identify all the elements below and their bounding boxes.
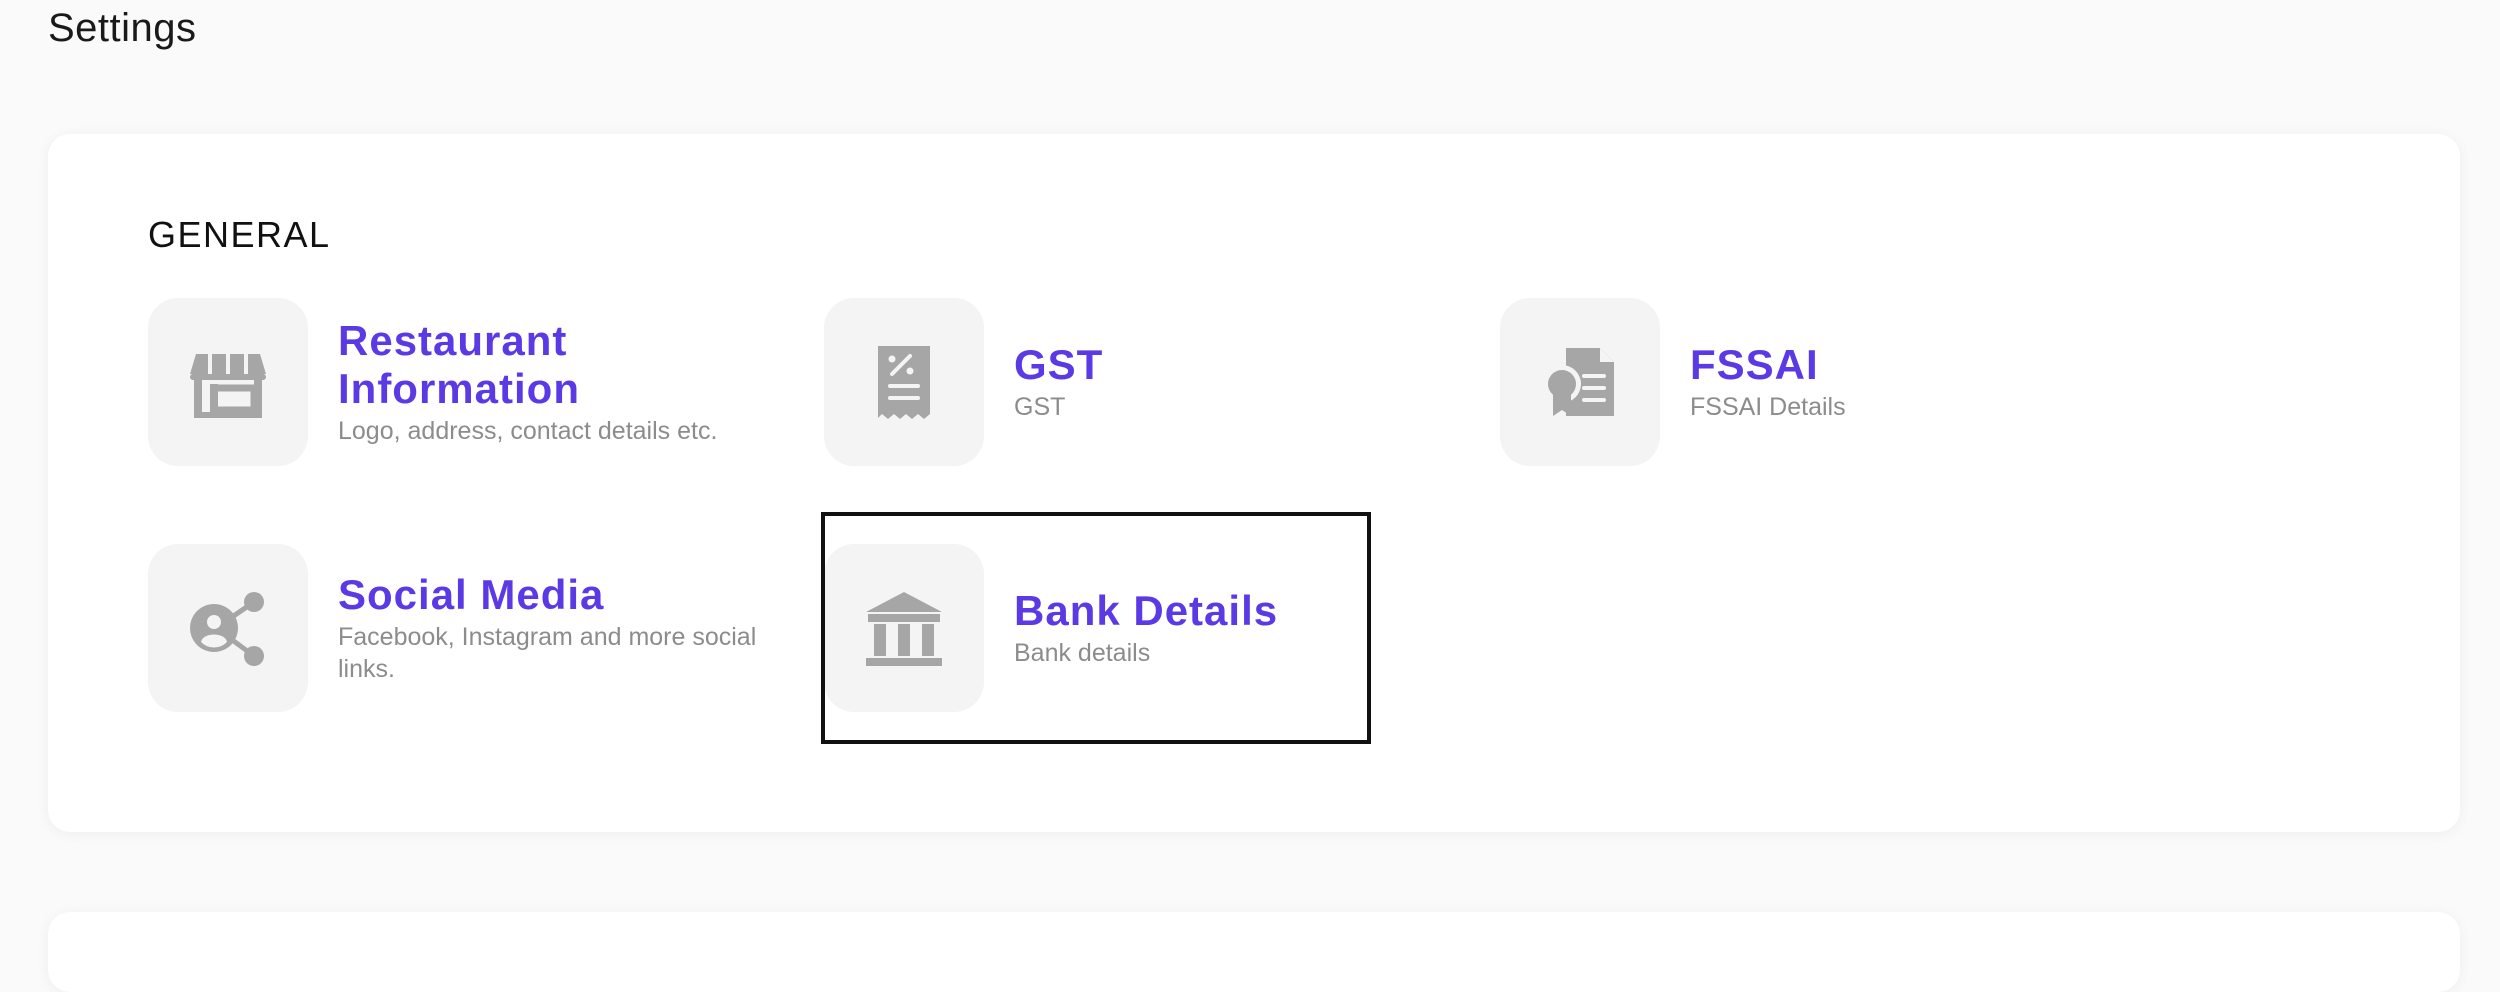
restaurant-information-description: Logo, address, contact details etc. xyxy=(338,417,718,445)
bank-details-tile[interactable]: Bank Details Bank details xyxy=(824,544,1278,712)
gst-tile[interactable]: GST GST xyxy=(824,298,1103,466)
certificate-icon xyxy=(1500,298,1660,466)
receipt-icon xyxy=(824,298,984,466)
bank-details-title: Bank Details xyxy=(1014,587,1279,634)
restaurant-information-title-line2: Information xyxy=(338,365,580,412)
gst-description: GST xyxy=(1014,393,1066,421)
storefront-icon xyxy=(148,298,308,466)
fssai-tile[interactable]: FSSAI FSSAI Details xyxy=(1500,298,1846,466)
gst-title: GST xyxy=(1014,341,1104,388)
social-media-description-line2: links. xyxy=(338,655,395,683)
social-media-title: Social Media xyxy=(338,571,605,618)
fssai-description: FSSAI Details xyxy=(1690,393,1846,421)
bank-icon xyxy=(824,544,984,712)
bank-details-description: Bank details xyxy=(1014,639,1151,667)
social-share-icon xyxy=(148,544,308,712)
restaurant-information-title-line1: Restaurant xyxy=(338,317,568,364)
page-title: Settings xyxy=(48,6,197,50)
social-media-tile[interactable]: Social Media Facebook, Instagram and mor… xyxy=(148,544,756,712)
fssai-title: FSSAI xyxy=(1690,341,1819,388)
social-media-description-line1: Facebook, Instagram and more social xyxy=(338,623,757,651)
general-settings-card: GENERAL Restaurant Information Logo, add… xyxy=(48,134,2460,832)
restaurant-information-tile[interactable]: Restaurant Information Logo, address, co… xyxy=(148,298,717,466)
next-settings-card xyxy=(48,912,2460,992)
section-title-general: GENERAL xyxy=(148,214,331,255)
